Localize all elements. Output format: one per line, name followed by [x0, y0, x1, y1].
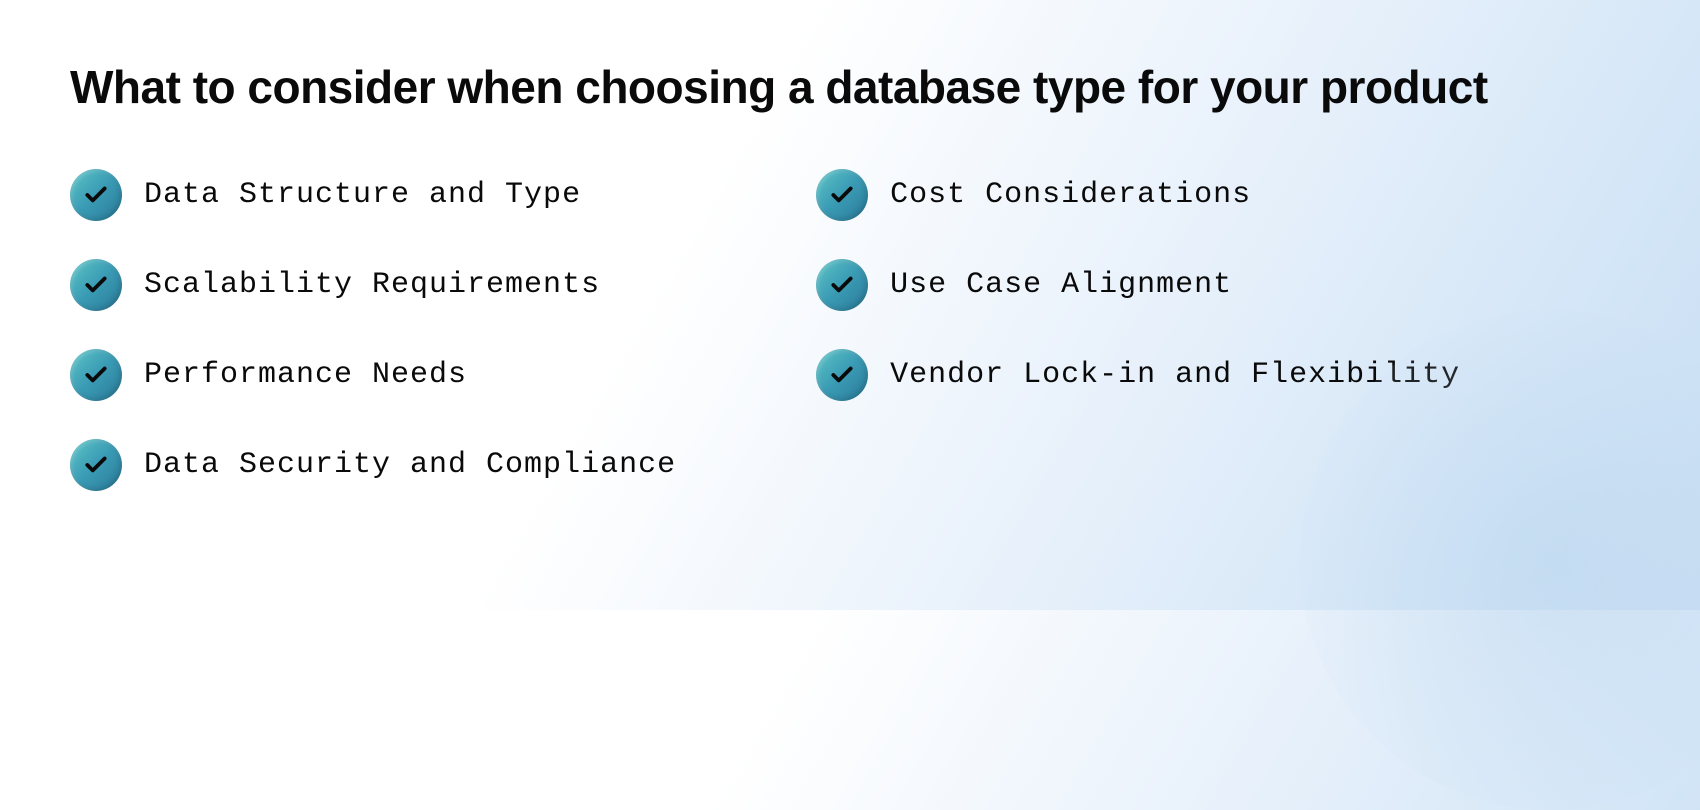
list-item-label: Scalability Requirements — [144, 268, 600, 302]
checklist-column-left: Data Structure and Type Scalability Requ… — [70, 169, 676, 491]
check-icon — [816, 349, 868, 401]
list-item-label: Data Structure and Type — [144, 178, 581, 212]
page-title: What to consider when choosing a databas… — [70, 60, 1630, 114]
check-icon — [816, 169, 868, 221]
list-item: Cost Considerations — [816, 169, 1460, 221]
list-item-label: Data Security and Compliance — [144, 448, 676, 482]
check-icon — [816, 259, 868, 311]
list-item: Performance Needs — [70, 349, 676, 401]
check-icon — [70, 349, 122, 401]
list-item: Scalability Requirements — [70, 259, 676, 311]
check-icon — [70, 169, 122, 221]
list-item-label: Cost Considerations — [890, 178, 1251, 212]
list-item: Data Structure and Type — [70, 169, 676, 221]
check-icon — [70, 439, 122, 491]
list-item-label: Performance Needs — [144, 358, 467, 392]
list-item-label: Use Case Alignment — [890, 268, 1232, 302]
list-item: Use Case Alignment — [816, 259, 1460, 311]
check-icon — [70, 259, 122, 311]
list-item: Data Security and Compliance — [70, 439, 676, 491]
